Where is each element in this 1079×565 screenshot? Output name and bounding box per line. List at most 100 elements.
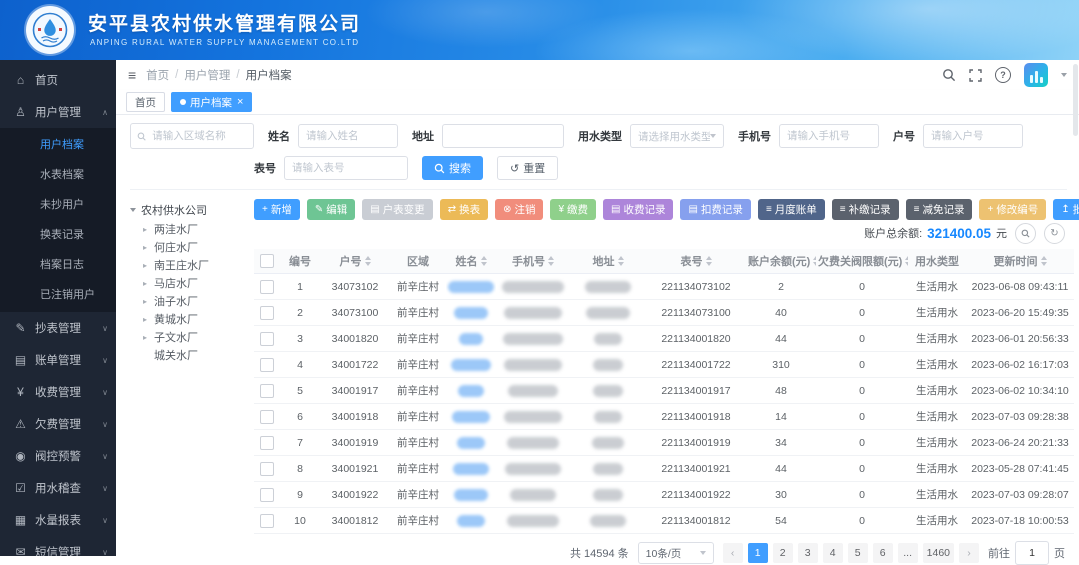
page-button-6[interactable]: 6: [872, 543, 893, 563]
page-button-1[interactable]: 1: [747, 543, 768, 563]
sidebar-item-8[interactable]: ▦ 水量报表 ∨: [0, 504, 116, 536]
tab-1[interactable]: 用户档案 ×: [171, 92, 253, 112]
action-button-5[interactable]: ¥ 缴费: [550, 199, 597, 220]
action-button-6[interactable]: ▤ 收费记录: [603, 199, 674, 220]
breadcrumb-item-0[interactable]: 首页: [146, 67, 169, 83]
sidebar-item-5[interactable]: ⚠ 欠费管理 ∨: [0, 408, 116, 440]
sidebar-item-7[interactable]: ☑ 用水稽查 ∨: [0, 472, 116, 504]
tree-node-7[interactable]: 城关水厂: [130, 346, 248, 364]
cell-meter: 221134001921: [646, 455, 746, 482]
row-checkbox[interactable]: [260, 331, 274, 346]
page-size-select[interactable]: 10条/页: [637, 542, 714, 564]
page-button-4[interactable]: 4: [822, 543, 843, 563]
close-icon[interactable]: ×: [237, 96, 243, 108]
row-checkbox[interactable]: [260, 513, 274, 528]
avatar[interactable]: [1024, 63, 1048, 87]
refresh-circle-button[interactable]: ↻: [1044, 222, 1065, 244]
row-checkbox[interactable]: [260, 383, 274, 398]
tree-node-3[interactable]: ▸ 马店水厂: [130, 274, 248, 292]
next-page-button[interactable]: ›: [959, 543, 979, 563]
region-search-input[interactable]: [150, 129, 247, 143]
sidebar-subitem-1[interactable]: 水表档案: [0, 160, 116, 190]
select-all-checkbox[interactable]: [260, 254, 274, 268]
sidebar-subitem-4[interactable]: 档案日志: [0, 250, 116, 280]
search-circle-button[interactable]: [1015, 222, 1036, 244]
prev-page-button[interactable]: ‹: [722, 543, 743, 563]
tree-node-5[interactable]: ▸ 黄城水厂: [130, 310, 248, 328]
column-header-7[interactable]: 账户余额(元): [746, 249, 816, 274]
action-button-11[interactable]: + 修改编号: [979, 199, 1047, 220]
column-header-1[interactable]: 户号: [320, 249, 390, 274]
sidebar-item-1[interactable]: ♙ 用户管理 ∧: [0, 96, 116, 128]
action-button-8[interactable]: ≡ 月度账单: [757, 199, 825, 220]
sidebar-item-3[interactable]: ▤ 账单管理 ∨: [0, 344, 116, 376]
sidebar-item-9[interactable]: ✉ 短信管理 ∨: [0, 536, 116, 556]
balance-value: 321400.05: [927, 225, 991, 241]
tree-root[interactable]: 农村供水公司: [130, 200, 248, 220]
page-button-5[interactable]: 5: [847, 543, 868, 563]
search-icon[interactable]: [942, 68, 956, 82]
sidebar-item-0[interactable]: ⌂ 首页: [0, 64, 116, 96]
page-button-3[interactable]: 3: [797, 543, 818, 563]
sidebar-subitem-0[interactable]: 用户档案: [0, 130, 116, 160]
sidebar-item-6[interactable]: ◉ 阀控预警 ∨: [0, 440, 116, 472]
tree-node-2[interactable]: ▸ 南王庄水厂: [130, 256, 248, 274]
meter-filter-input[interactable]: [284, 156, 408, 180]
search-button[interactable]: 搜索: [422, 156, 483, 180]
sidebar-item-2[interactable]: ✎ 抄表管理 ∨: [0, 312, 116, 344]
sidebar-subitem-2[interactable]: 未抄用户: [0, 190, 116, 220]
action-button-7[interactable]: ▤ 扣费记录: [680, 199, 751, 220]
page-button-2[interactable]: 2: [772, 543, 793, 563]
action-button-4[interactable]: ⊗ 注销: [495, 199, 544, 220]
address-filter-input[interactable]: [442, 124, 564, 148]
action-button-10[interactable]: ≡ 减免记录: [905, 199, 973, 220]
sidebar-subitem-3[interactable]: 换表记录: [0, 220, 116, 250]
sidebar-subitem-5[interactable]: 已注销用户: [0, 280, 116, 310]
cell-phone-redacted: [496, 377, 570, 404]
column-header-5[interactable]: 地址: [570, 249, 646, 274]
action-button-0[interactable]: + 新增: [254, 199, 300, 220]
tree-node-0[interactable]: ▸ 两洼水厂: [130, 220, 248, 238]
cell-water-type: 生活用水: [908, 429, 966, 456]
reset-button[interactable]: ↺ 重置: [497, 156, 559, 180]
column-header-4[interactable]: 手机号: [496, 249, 570, 274]
action-button-2[interactable]: ▤ 户表变更: [362, 199, 433, 220]
tree-node-6[interactable]: ▸ 子文水厂: [130, 328, 248, 346]
column-header-8[interactable]: 欠费关阀限额(元): [816, 249, 908, 274]
action-button-1[interactable]: ✎ 编辑: [306, 199, 356, 220]
help-icon[interactable]: ?: [995, 67, 1011, 83]
page-button-1460[interactable]: 1460: [922, 543, 954, 563]
phone-filter-input[interactable]: [779, 124, 879, 148]
sidebar-item-4[interactable]: ¥ 收费管理 ∨: [0, 376, 116, 408]
column-header-3[interactable]: 姓名: [446, 249, 496, 274]
edit-icon: ✎: [314, 203, 324, 215]
fullscreen-icon[interactable]: [969, 68, 982, 82]
water-type-select[interactable]: 请选择用水类型: [630, 124, 724, 148]
row-checkbox[interactable]: [260, 461, 274, 476]
tree-node-4[interactable]: ▸ 油子水厂: [130, 292, 248, 310]
tree-node-1[interactable]: ▸ 何庄水厂: [130, 238, 248, 256]
row-checkbox[interactable]: [260, 279, 274, 294]
action-label: 减免记录: [922, 204, 965, 216]
row-checkbox[interactable]: [260, 305, 274, 320]
caret-down-icon[interactable]: [1061, 73, 1067, 77]
tab-0[interactable]: 首页: [126, 92, 165, 112]
row-checkbox[interactable]: [260, 435, 274, 450]
select-all-header[interactable]: [254, 249, 280, 274]
sidebar-fold-icon[interactable]: ≡: [128, 68, 136, 82]
cell-valve-limit: 0: [816, 299, 908, 326]
scrollbar[interactable]: [1073, 64, 1078, 136]
column-header-10[interactable]: 更新时间: [966, 249, 1074, 274]
row-checkbox[interactable]: [260, 487, 274, 502]
goto-page-input[interactable]: [1015, 541, 1049, 565]
page-ellipsis[interactable]: ...: [897, 543, 918, 563]
account-filter-input[interactable]: [923, 124, 1023, 148]
action-button-12[interactable]: ↥批量导入: [1053, 199, 1079, 220]
row-checkbox[interactable]: [260, 357, 274, 372]
column-header-6[interactable]: 表号: [646, 249, 746, 274]
action-button-9[interactable]: ≡ 补缴记录: [831, 199, 899, 220]
breadcrumb-item-1[interactable]: 用户管理: [184, 67, 230, 83]
name-filter-input[interactable]: [298, 124, 398, 148]
row-checkbox[interactable]: [260, 409, 274, 424]
action-button-3[interactable]: ⇄ 换表: [439, 199, 489, 220]
